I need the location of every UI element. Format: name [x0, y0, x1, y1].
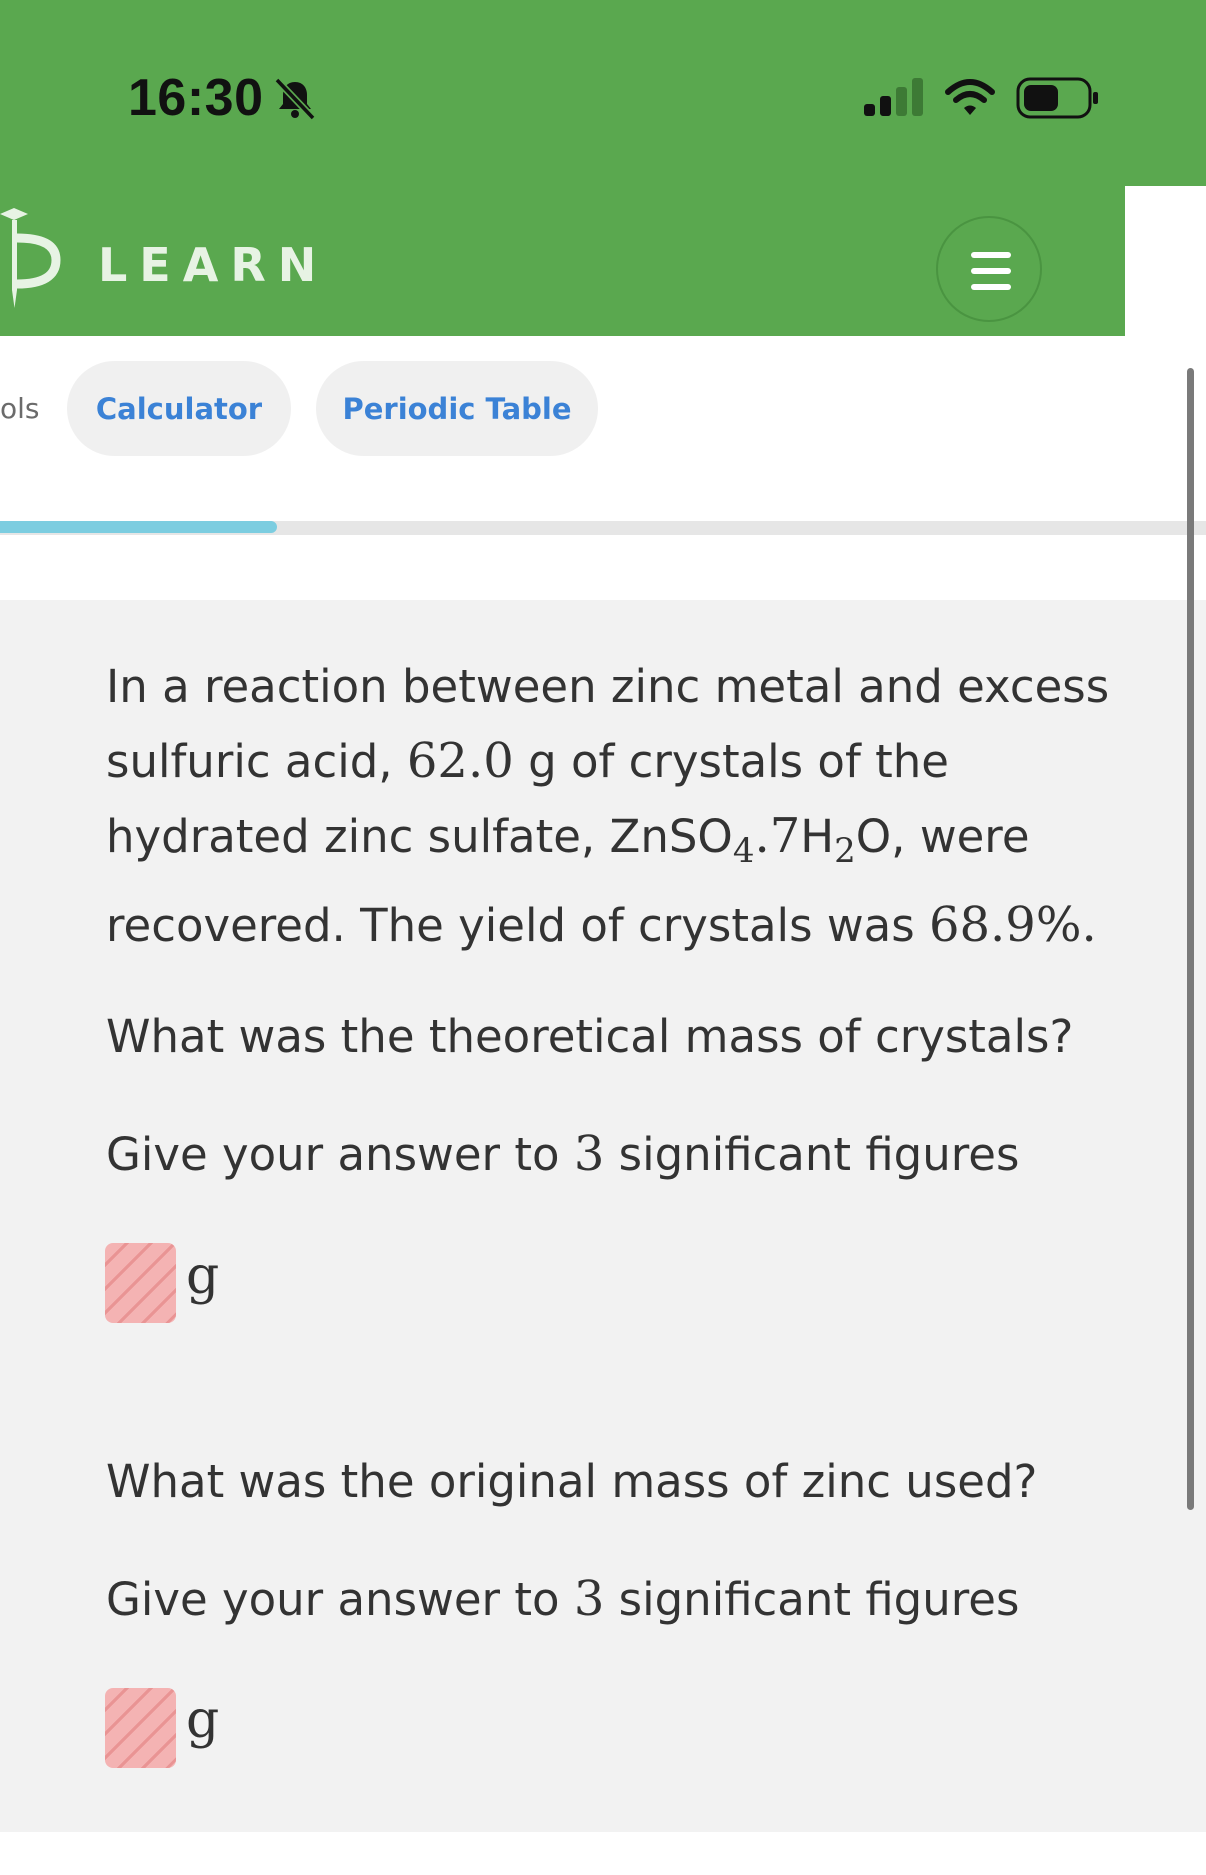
scrollbar[interactable] — [1187, 368, 1194, 1510]
calculator-button[interactable]: Calculator — [67, 361, 291, 456]
part1-instruction: Give your answer to 3 significant figure… — [106, 1126, 1019, 1182]
yield-value: 68.9%. — [928, 897, 1097, 953]
formula-o: O, — [855, 810, 906, 863]
signal-icon — [864, 78, 923, 116]
part1-prompt: What was the theoretical mass of crystal… — [106, 1010, 1074, 1063]
wifi-icon — [945, 79, 995, 115]
part1-sig-figs: 3 — [573, 1126, 605, 1182]
part1-instruction-b: significant figures — [618, 1128, 1020, 1181]
part1-instruction-a: Give your answer to — [106, 1128, 560, 1181]
part2-prompt: What was the original mass of zinc used? — [106, 1455, 1038, 1508]
part2-answer-input[interactable] — [105, 1688, 176, 1768]
subscript-4: 4 — [732, 831, 755, 871]
hamburger-icon — [971, 252, 1011, 258]
crystal-mass-value: 62.0 — [406, 733, 514, 789]
part1-answer-input[interactable] — [105, 1243, 176, 1323]
part2-sig-figs: 3 — [573, 1571, 605, 1627]
hamburger-icon — [971, 268, 1011, 274]
progress-bar — [0, 521, 1206, 535]
progress-fill — [0, 521, 278, 533]
periodic-table-button[interactable]: Periodic Table — [316, 361, 598, 456]
question-text: In a reaction between zinc metal and exc… — [106, 650, 1166, 963]
logo-icon[interactable] — [0, 200, 70, 324]
header-gap — [1125, 186, 1206, 336]
bell-muted-icon — [274, 77, 316, 121]
formula-h: H — [800, 810, 835, 863]
hamburger-icon — [971, 284, 1011, 290]
part2-instruction-a: Give your answer to — [106, 1573, 560, 1626]
status-time: 16:30 — [128, 69, 264, 127]
water-count: .7 — [754, 808, 801, 864]
part2-instruction-b: significant figures — [618, 1573, 1020, 1626]
menu-button[interactable] — [936, 216, 1042, 322]
tools-label[interactable]: ols — [0, 392, 40, 425]
subscript-2: 2 — [834, 831, 856, 871]
part2-instruction: Give your answer to 3 significant figure… — [106, 1571, 1019, 1627]
battery-icon — [1016, 77, 1098, 119]
part1-unit: g — [186, 1246, 220, 1306]
logo-text[interactable]: LEARN — [98, 238, 328, 292]
part2-unit: g — [186, 1690, 220, 1750]
